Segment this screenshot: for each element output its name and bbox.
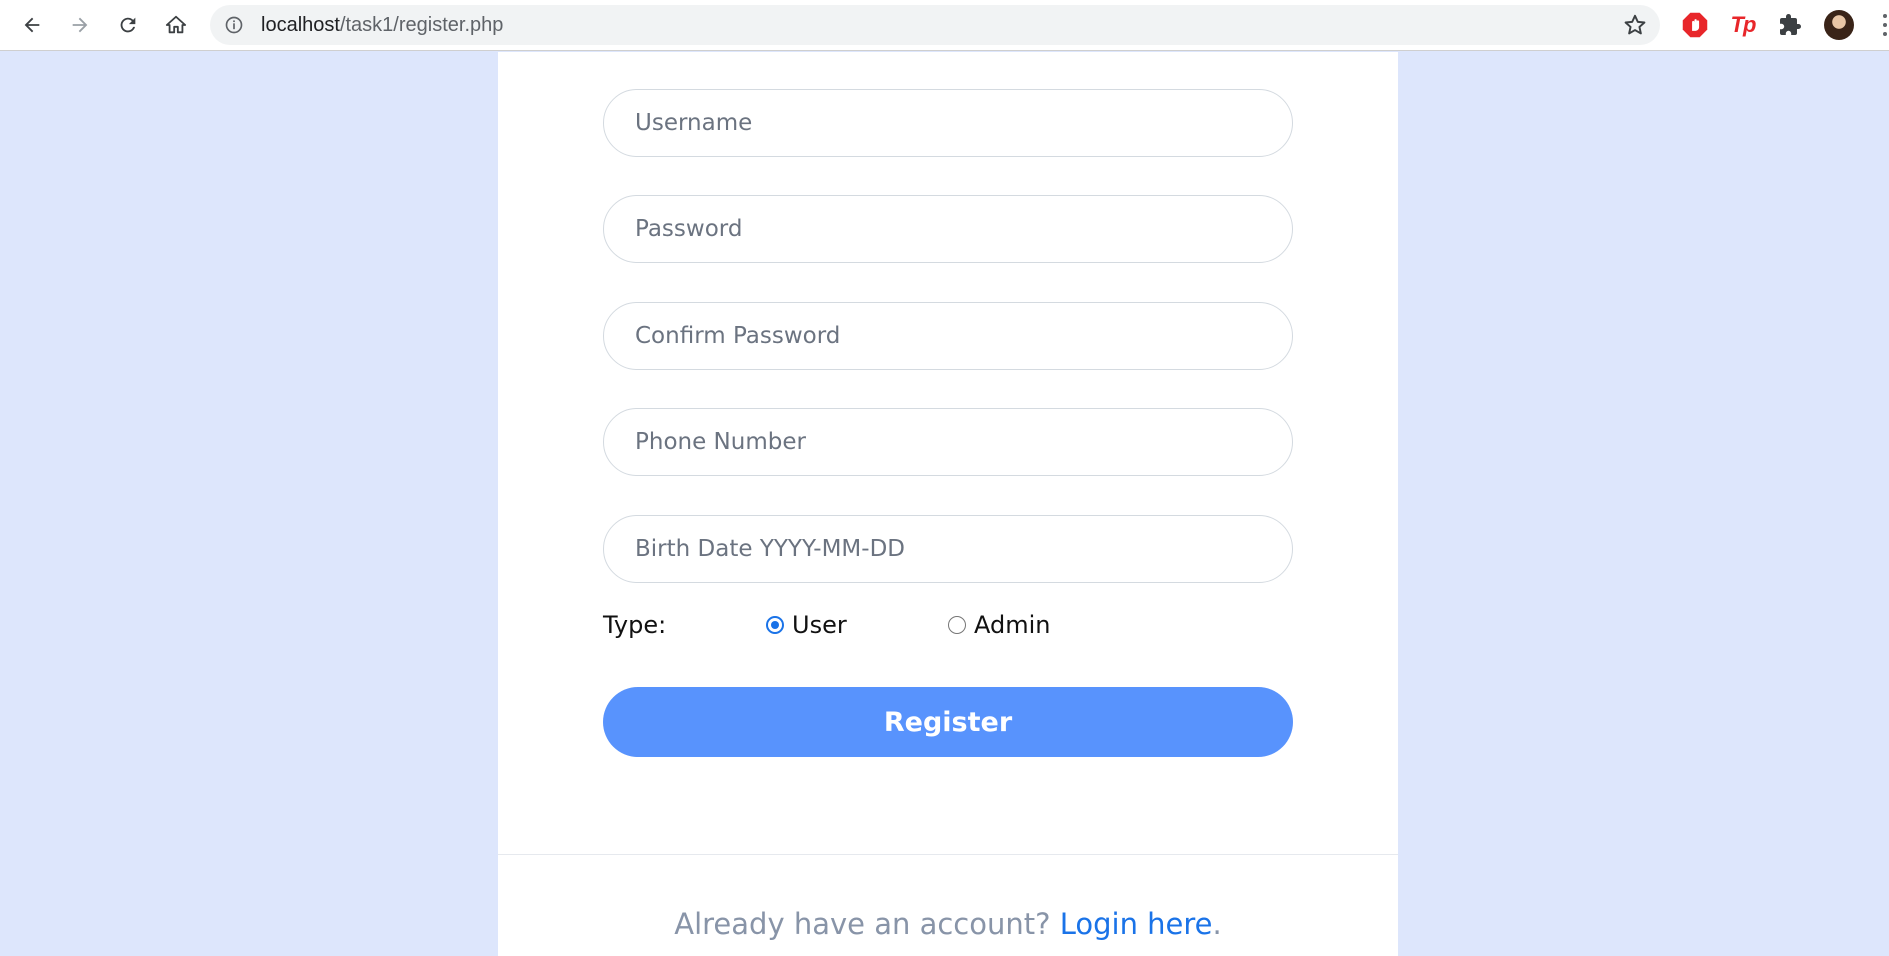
admin-radio-label: Admin — [974, 611, 1051, 639]
login-link[interactable]: Login here — [1060, 907, 1213, 941]
register-button[interactable]: Register — [603, 687, 1293, 757]
menu-kebab-icon[interactable] — [1881, 14, 1889, 36]
user-radio[interactable] — [766, 616, 784, 634]
profile-button[interactable] — [1822, 8, 1856, 42]
address-bar[interactable]: localhost/task1/register.php — [210, 5, 1660, 45]
url-text[interactable]: localhost/task1/register.php — [261, 14, 503, 37]
forward-button[interactable] — [63, 8, 97, 42]
account-type-group: Type: User Admin — [603, 605, 1293, 645]
extensions-button[interactable] — [1773, 8, 1807, 42]
register-card: Type: User Admin Register Already have a… — [498, 52, 1398, 956]
home-button[interactable] — [159, 8, 193, 42]
type-option-admin[interactable]: Admin — [948, 611, 1051, 639]
puzzle-extensions-icon — [1780, 14, 1801, 35]
login-prompt: Already have an account? Login here. — [498, 907, 1398, 941]
forward-arrow-icon — [72, 17, 88, 33]
tp-extension[interactable]: Tp — [1726, 8, 1760, 42]
profile-avatar — [1824, 10, 1854, 40]
phone-number-input[interactable] — [603, 408, 1293, 476]
url-path: /task1/register.php — [339, 14, 504, 36]
back-button[interactable] — [15, 8, 49, 42]
confirm-password-input[interactable] — [603, 302, 1293, 370]
type-label: Type: — [603, 611, 667, 639]
home-icon — [165, 15, 187, 34]
password-input[interactable] — [603, 195, 1293, 263]
adblock-stop-icon — [1682, 12, 1708, 38]
type-option-user[interactable]: User — [766, 611, 847, 639]
username-input[interactable] — [603, 89, 1293, 157]
url-host: localhost — [261, 14, 340, 36]
reload-icon — [120, 17, 136, 33]
adblock-extension[interactable] — [1678, 8, 1712, 42]
user-radio-label: User — [792, 611, 847, 639]
card-divider — [498, 854, 1398, 855]
admin-radio[interactable] — [948, 616, 966, 634]
back-arrow-icon — [24, 17, 40, 33]
login-prompt-text: Already have an account? — [674, 907, 1060, 941]
reload-button[interactable] — [111, 8, 145, 42]
browser-toolbar: localhost/task1/register.php Tp — [0, 0, 1889, 51]
tp-extension-icon: Tp — [1730, 12, 1757, 37]
star-icon[interactable] — [1622, 12, 1648, 38]
info-icon[interactable] — [224, 15, 244, 35]
login-prompt-period: . — [1212, 907, 1222, 941]
birth-date-input[interactable] — [603, 515, 1293, 583]
